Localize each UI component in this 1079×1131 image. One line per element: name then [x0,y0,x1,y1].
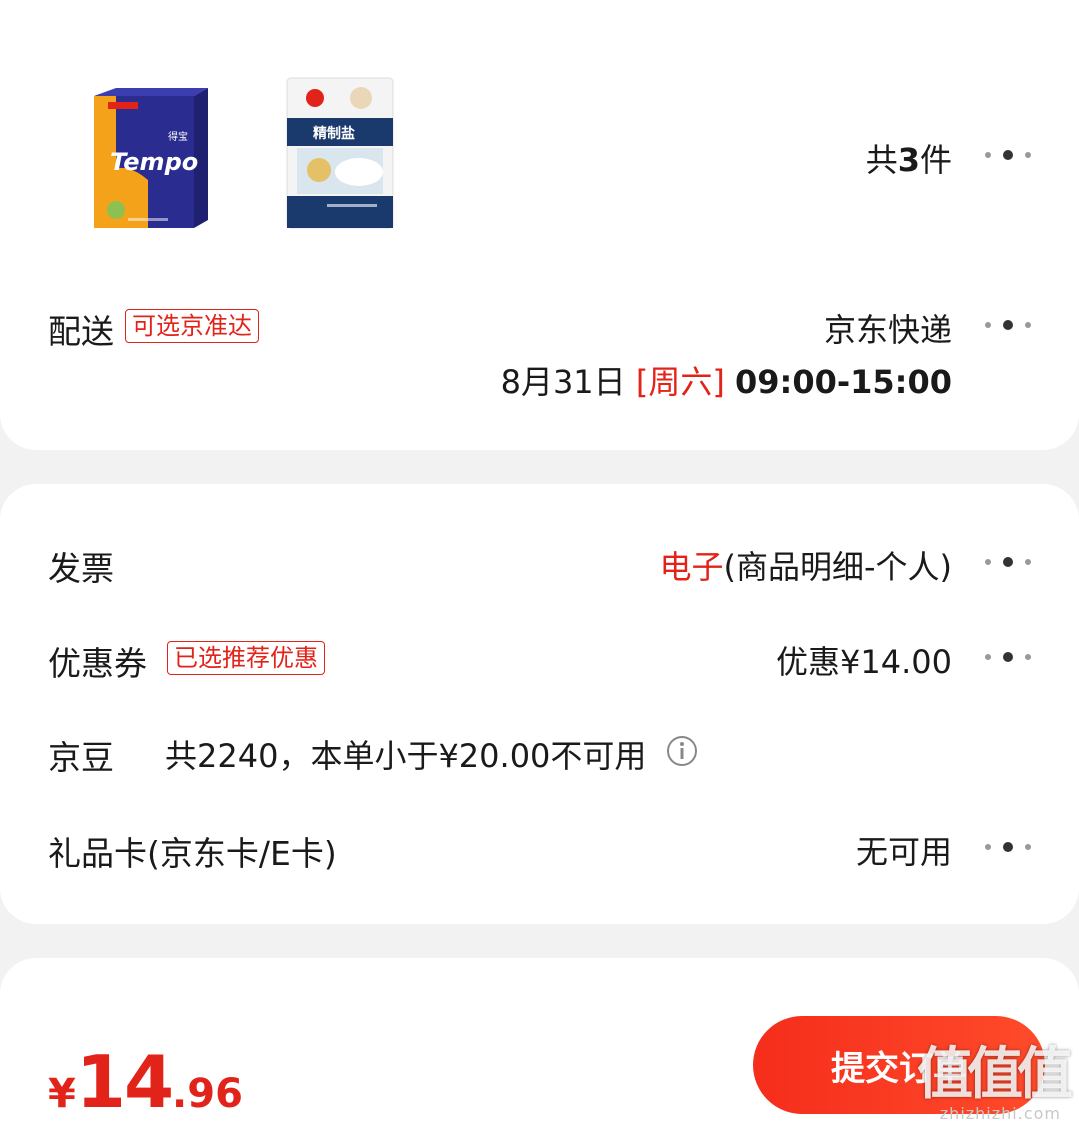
svg-text:精制盐: 精制盐 [313,125,355,142]
price-integer: 14 [75,1040,174,1124]
watermark-url: zhizhizhi.com [939,1104,1061,1123]
items-count[interactable]: 共3件 [866,135,952,181]
coupon-label: 优惠券 [48,644,147,683]
delivery-date: 8月31日 [500,363,626,401]
items-count-number: 3 [897,141,920,179]
price-currency: ¥ [48,1071,76,1117]
delivery-carrier[interactable]: 京东快递 [824,305,952,351]
jingdou-label: 京豆 [48,738,114,777]
delivery-tag[interactable]: 可选京准达 [125,309,259,343]
delivery-time: 09:00-15:00 [735,363,952,401]
items-more-icon[interactable] [985,145,1035,165]
delivery-weekday: [周六] [635,363,725,401]
items-count-prefix: 共 [865,141,898,179]
coupon-tag[interactable]: 已选推荐优惠 [167,641,325,675]
giftcard-label: 礼品卡(京东卡/E卡) [48,834,337,873]
invoice-label: 发票 [48,549,114,588]
coupon-more-icon[interactable] [985,647,1035,667]
jingdou-text: 共2240，本单小于¥20.00不可用 [165,737,647,775]
invoice-more-icon[interactable] [985,552,1035,572]
product-thumbnail-tempo[interactable]: Tempo 得宝 [88,84,208,234]
invoice-value[interactable]: 电子(商品明细-个人) [659,542,952,588]
total-price: ¥14.96 [48,1040,243,1124]
svg-text:得宝: 得宝 [168,130,188,143]
giftcard-value[interactable]: 无可用 [856,827,952,873]
product-thumbnail-salt[interactable]: 精制盐 [283,74,399,234]
price-decimal: .96 [172,1071,243,1117]
delivery-more-icon[interactable] [985,315,1035,335]
items-count-suffix: 件 [919,141,952,179]
coupon-value[interactable]: 优惠¥14.00 [776,637,952,683]
invoice-type: 电子 [659,548,724,586]
invoice-detail: (商品明细-个人) [723,548,952,586]
giftcard-more-icon[interactable] [985,837,1035,857]
info-icon[interactable] [666,735,698,767]
delivery-schedule[interactable]: 8月31日 [周六] 09:00-15:00 [501,357,952,403]
tempo-logo-text: Tempo [110,148,198,176]
delivery-label: 配送 [48,312,114,351]
